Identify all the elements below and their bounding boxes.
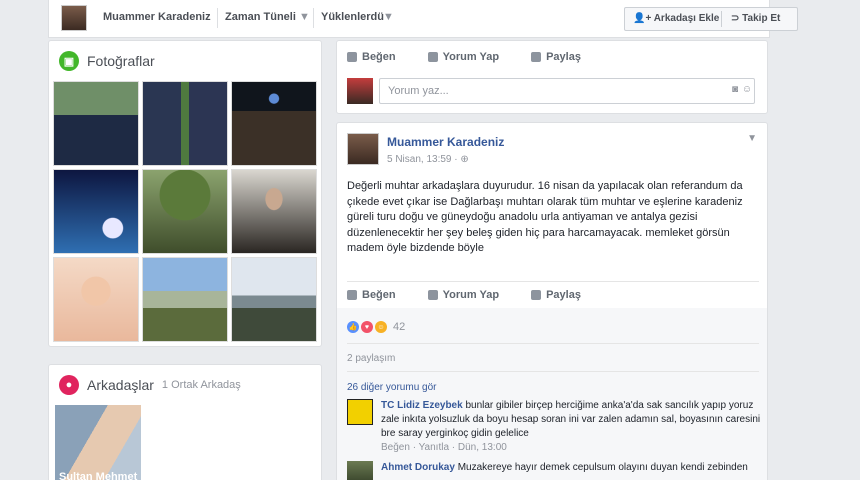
commenter-name[interactable]: TC Lidiz Ezeybek: [381, 400, 463, 411]
comment-body: TC Lidiz Ezeybek bunlar gibiler birçep h…: [381, 399, 761, 455]
photos-header: ▣ Fotoğraflar: [59, 51, 155, 71]
divider: [347, 281, 759, 282]
add-friend-button[interactable]: 👤+ Arkadaşı Ekle: [625, 8, 727, 30]
comment-item: Ahmet Dorukay Muzakereye hayır demek cep…: [347, 461, 761, 480]
photos-title[interactable]: Fotoğraflar: [87, 53, 155, 69]
post-action-bar: Beğen Yorum Yap Paylaş: [347, 51, 581, 63]
photo-thumbnail[interactable]: [142, 169, 228, 254]
friends-title[interactable]: Arkadaşlar: [87, 377, 154, 393]
shares-count[interactable]: 2 paylaşım: [347, 353, 395, 364]
photo-thumbnail[interactable]: [142, 81, 228, 166]
post-card: Muammer Karadeniz 5 Nisan, 13:59 · ⊕ ▼ D…: [336, 122, 768, 480]
reaction-summary[interactable]: 👍 ♥ ☺ 42: [347, 321, 405, 333]
author-avatar[interactable]: [347, 133, 379, 165]
like-label: Beğen: [362, 51, 396, 63]
divider: [217, 8, 218, 28]
profile-name-link[interactable]: Muammer Karadeniz: [103, 11, 211, 23]
mutual-friends-count[interactable]: 1 Ortak Arkadaş: [162, 379, 241, 391]
photo-thumbnail[interactable]: [231, 81, 317, 166]
like-button[interactable]: Beğen: [347, 289, 396, 301]
photo-grid: [53, 81, 317, 342]
chevron-down-icon[interactable]: ▼: [747, 133, 757, 144]
commenter-avatar: [347, 78, 373, 104]
header-actions: 👤+ Arkadaşı Ekle ⊃ Takip Et: [624, 7, 798, 31]
commenter-name[interactable]: Ahmet Dorukay: [381, 462, 455, 473]
photo-thumbnail[interactable]: [231, 257, 317, 342]
comment-meta[interactable]: Beğen · Yanıtla · Dün, 13:00: [381, 441, 761, 455]
friends-card: ● Arkadaşlar 1 Ortak Arkadaş Sultan Mehm…: [48, 364, 322, 480]
comment-label: Yorum Yap: [442, 289, 500, 301]
commenter-avatar[interactable]: [347, 399, 373, 425]
profile-header-bar: Muammer Karadeniz Zaman Tüneli ▼ Yüklenl…: [48, 0, 798, 38]
comment-text: Muzakereye hayır demek cepulsum olayını …: [457, 462, 748, 473]
share-icon: [531, 290, 542, 300]
follow-label: Takip Et: [742, 13, 781, 24]
reaction-count: 42: [393, 321, 406, 333]
share-button[interactable]: Paylaş: [531, 51, 581, 63]
post-author[interactable]: Muammer Karadeniz: [387, 135, 504, 149]
view-more-comments-link[interactable]: 26 diğer yorumu gör: [347, 382, 437, 393]
comment-icon: [427, 290, 438, 300]
comment-button[interactable]: Yorum Yap: [427, 51, 500, 63]
comment-item: TC Lidiz Ezeybek bunlar gibiler birçep h…: [347, 399, 761, 455]
timeline-tab[interactable]: Zaman Tüneli: [225, 11, 296, 23]
friend-name[interactable]: Sultan Mehmet: [59, 471, 137, 480]
photo-thumbnail[interactable]: [53, 257, 139, 342]
friends-header: ● Arkadaşlar 1 Ortak Arkadaş: [59, 375, 241, 395]
comment-input[interactable]: Yorum yaz...: [379, 78, 755, 104]
love-reaction-icon: ♥: [361, 321, 373, 333]
share-button[interactable]: Paylaş: [531, 289, 581, 301]
thumbs-up-icon: [347, 290, 357, 300]
photo-thumbnail[interactable]: [142, 257, 228, 342]
photos-icon: ▣: [59, 51, 79, 71]
divider: [347, 371, 759, 372]
share-label: Paylaş: [546, 289, 581, 301]
commenter-avatar[interactable]: [347, 461, 373, 480]
share-icon: [531, 52, 542, 62]
post-timestamp[interactable]: 5 Nisan, 13:59 · ⊕: [387, 154, 469, 165]
wow-reaction-icon: ☺: [375, 321, 387, 333]
comment-icon: [427, 52, 438, 62]
divider: [721, 11, 722, 27]
like-button[interactable]: Beğen: [347, 51, 396, 63]
uploaded-tab[interactable]: Yüklenlerdü: [321, 11, 384, 23]
comment-button[interactable]: Yorum Yap: [427, 289, 500, 301]
comment-body: Ahmet Dorukay Muzakereye hayır demek cep…: [381, 461, 761, 480]
add-friend-label: Arkadaşı Ekle: [653, 13, 720, 24]
previous-post-actions: Beğen Yorum Yap Paylaş Yorum yaz... ◙ ☺: [336, 40, 768, 114]
like-reaction-icon: 👍: [347, 321, 359, 333]
comment-label: Yorum Yap: [442, 51, 500, 63]
add-friend-icon: 👤+: [633, 13, 654, 24]
friends-icon: ●: [59, 375, 79, 395]
thumbs-up-icon: [347, 52, 357, 62]
photos-card: ▣ Fotoğraflar: [48, 40, 322, 347]
post-text: Değerli muhtar arkadaşlara duyurudur. 16…: [347, 180, 743, 254]
follow-button[interactable]: ⊃ Takip Et: [723, 8, 788, 30]
friend-photo[interactable]: [55, 405, 141, 480]
like-label: Beğen: [362, 289, 396, 301]
chevron-down-icon[interactable]: ▼: [383, 11, 394, 23]
photo-thumbnail[interactable]: [231, 169, 317, 254]
camera-icon[interactable]: ◙: [729, 84, 741, 96]
photo-thumbnail[interactable]: [53, 81, 139, 166]
divider: [313, 8, 314, 28]
post-action-bar: Beğen Yorum Yap Paylaş: [347, 289, 581, 301]
rss-icon: ⊃: [731, 13, 743, 24]
divider: [347, 343, 759, 344]
photo-thumbnail[interactable]: [53, 169, 139, 254]
emoji-icon[interactable]: ☺: [741, 84, 753, 96]
profile-avatar[interactable]: [61, 5, 87, 31]
chevron-down-icon[interactable]: ▼: [299, 11, 310, 23]
share-label: Paylaş: [546, 51, 581, 63]
